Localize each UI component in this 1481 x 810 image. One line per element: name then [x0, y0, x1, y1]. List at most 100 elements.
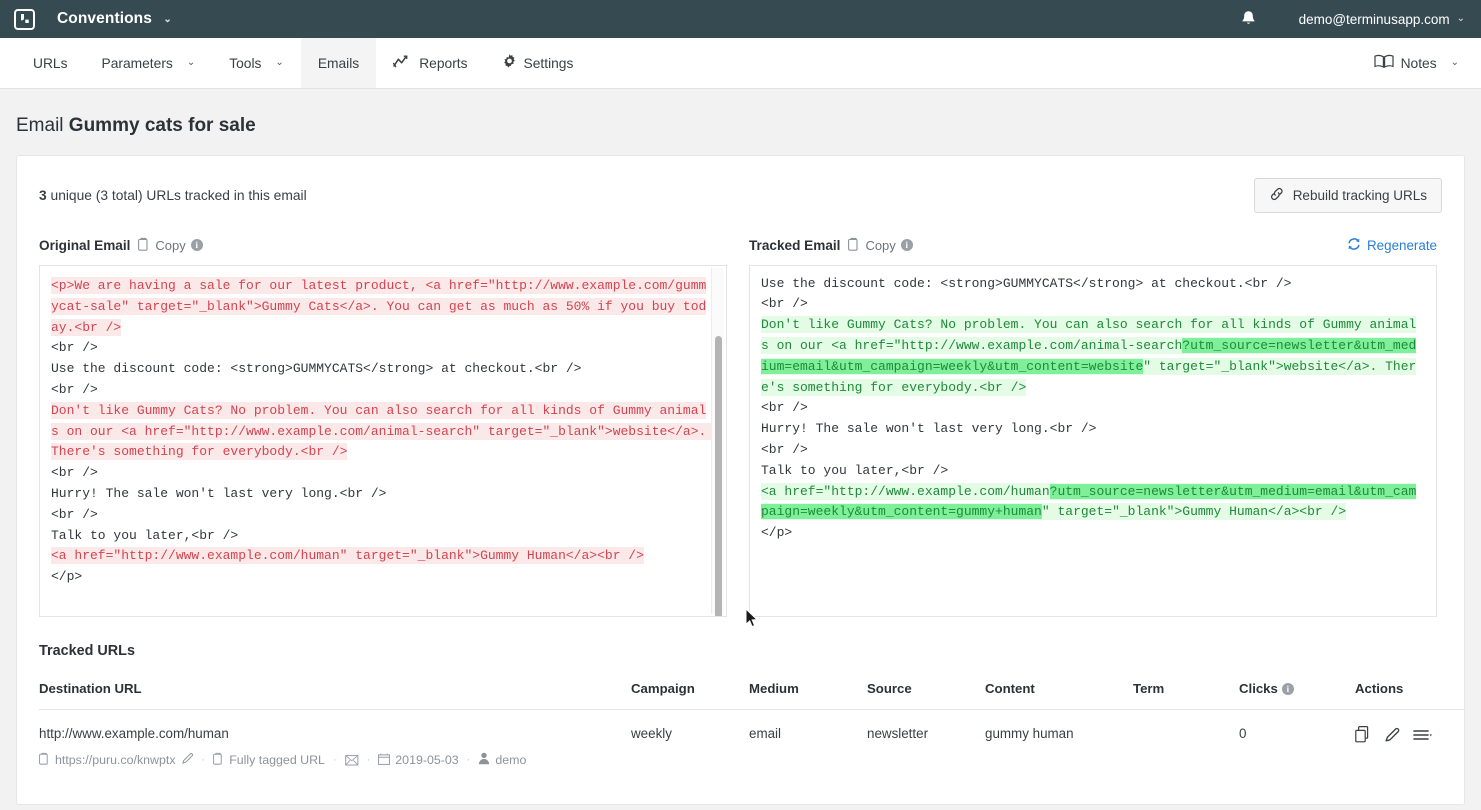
refresh-icon: [1347, 237, 1361, 254]
menu-icon[interactable]: [1413, 728, 1433, 742]
code-line: Use the discount code: <strong>GUMMYCATS…: [761, 275, 1292, 292]
code-line: </p>: [761, 524, 792, 541]
chevron-down-icon: ⌄: [275, 57, 283, 68]
rebuild-tracking-urls-button[interactable]: Rebuild tracking URLs: [1254, 178, 1442, 213]
cell-source: newsletter: [867, 710, 985, 769]
code-line: Hurry! The sale won't last very long.<br…: [761, 420, 1096, 437]
chart-line-icon: [393, 55, 412, 71]
gear-icon: [502, 54, 517, 72]
column-source[interactable]: Source: [867, 681, 985, 710]
app-logo-icon[interactable]: [14, 9, 35, 30]
code-line-added: Don't like Gummy Cats? No problem. You c…: [761, 316, 1416, 395]
column-destination-url[interactable]: Destination URL: [39, 681, 631, 710]
vertical-scrollbar[interactable]: [711, 268, 724, 614]
cell-destination-url: http://www.example.com/human https://pur…: [39, 710, 631, 769]
chevron-down-icon: ⌄: [1457, 13, 1465, 24]
tracked-email-code-box[interactable]: if you buy today.<br /> <br /> Use the d…: [749, 265, 1437, 617]
meta-separator: ·: [365, 754, 373, 766]
meta-separator: ·: [200, 754, 208, 766]
original-email-code-box[interactable]: <p>We are having a sale for our latest p…: [39, 265, 727, 617]
email-detail-card: 3 unique (3 total) URLs tracked in this …: [16, 155, 1465, 805]
nav-label: URLs: [33, 56, 68, 71]
nav-item-tools[interactable]: Tools ⌄: [212, 38, 301, 88]
info-icon[interactable]: i: [1282, 683, 1294, 695]
nav-label: Reports: [419, 56, 467, 71]
code-line: <br />: [761, 399, 808, 416]
code-line: <br />: [761, 295, 808, 312]
bell-icon[interactable]: [1240, 10, 1257, 28]
nav-item-urls[interactable]: URLs: [16, 38, 85, 88]
table-row: http://www.example.com/human https://pur…: [39, 710, 1465, 769]
nav-item-parameters[interactable]: Parameters ⌄: [85, 38, 213, 88]
code-line: <br />: [761, 265, 808, 271]
nav-label: Notes: [1401, 56, 1437, 71]
row-actions: [1355, 726, 1465, 743]
table-header: Destination URL Campaign Medium Source C…: [39, 681, 1465, 710]
short-url-item[interactable]: https://puru.co/knwptx: [39, 752, 194, 768]
column-medium[interactable]: Medium: [749, 681, 867, 710]
column-campaign[interactable]: Campaign: [631, 681, 749, 710]
nav-item-notes[interactable]: Notes ⌄: [1357, 54, 1459, 72]
nav-label: Tools: [229, 56, 261, 71]
info-icon[interactable]: i: [901, 239, 913, 251]
tracked-email-code: if you buy today.<br /> <br /> Use the d…: [750, 265, 1436, 554]
regenerate-button[interactable]: Regenerate: [1347, 237, 1437, 254]
tracked-urls-section: Tracked URLs Destination URL Campaign Me…: [17, 617, 1464, 768]
column-clicks[interactable]: Clicksi: [1239, 681, 1355, 710]
short-url-text: https://puru.co/knwptx: [55, 753, 176, 767]
nav-item-emails[interactable]: Emails: [301, 38, 376, 88]
clipboard-icon: [138, 237, 150, 254]
nav-label: Emails: [318, 56, 359, 71]
pencil-icon[interactable]: [181, 752, 194, 768]
regenerate-label: Regenerate: [1367, 238, 1437, 253]
code-line: Talk to you later,<br />: [51, 527, 238, 544]
nav-item-reports[interactable]: Reports: [376, 38, 484, 88]
link-chain-icon: [1269, 187, 1285, 204]
code-line: Hurry! The sale won't last very long.<br…: [51, 485, 386, 502]
user-item: demo: [478, 752, 526, 768]
column-content[interactable]: Content: [985, 681, 1133, 710]
nav-label: Settings: [524, 56, 574, 71]
top-bar: Conventions ⌄ demo@terminusapp.com ⌄: [0, 0, 1481, 38]
scrollbar-thumb[interactable]: [715, 336, 722, 617]
rebuild-button-label: Rebuild tracking URLs: [1293, 188, 1427, 203]
original-email-panel: Original Email Copy i <p>We are having a…: [39, 235, 727, 617]
code-line: <br />: [761, 441, 808, 458]
account-email: demo@terminusapp.com: [1299, 12, 1450, 27]
cell-medium: email: [749, 710, 867, 769]
cell-content: gummy human: [985, 710, 1133, 769]
utm-params-highlight: ?utm_source=newsletter&utm_medium=email&…: [761, 484, 1416, 520]
code-line: Use the discount code: <strong>GUMMYCATS…: [51, 360, 582, 377]
book-icon: [1374, 54, 1394, 72]
page-title-name: Gummy cats for sale: [69, 115, 256, 136]
tracked-copy-button[interactable]: Copy i: [848, 237, 912, 254]
clipboard-icon: [39, 752, 50, 768]
chevron-down-icon: ⌄: [1451, 57, 1459, 68]
code-line: </p>: [51, 568, 82, 585]
original-email-header: Original Email Copy i: [39, 235, 727, 255]
column-term[interactable]: Term: [1133, 681, 1239, 710]
info-icon[interactable]: i: [191, 239, 203, 251]
copy-label: Copy: [155, 238, 185, 253]
account-menu[interactable]: demo@terminusapp.com ⌄: [1299, 12, 1465, 27]
date-text: 2019-05-03: [395, 753, 458, 767]
code-line: <br />: [51, 381, 98, 398]
url-summary-text: unique (3 total) URLs tracked in this em…: [47, 188, 307, 203]
clipboard-icon: [848, 237, 860, 254]
tracked-email-header: Tracked Email Copy i: [749, 235, 1437, 255]
workspace-selector[interactable]: Conventions ⌄: [57, 10, 172, 28]
nav-item-settings[interactable]: Settings: [485, 38, 591, 88]
cell-clicks: 0: [1239, 710, 1355, 769]
workspace-name: Conventions: [57, 10, 152, 27]
destination-url-text[interactable]: http://www.example.com/human: [39, 726, 631, 741]
nav-right-group: Notes ⌄: [1357, 38, 1481, 88]
nav-label: Parameters: [102, 56, 173, 71]
pencil-icon[interactable]: [1384, 726, 1401, 743]
tracked-email-panel: Tracked Email Copy i: [749, 235, 1437, 617]
page-title-prefix: Email: [16, 115, 64, 136]
clipboard-icon: [213, 752, 224, 768]
original-copy-button[interactable]: Copy i: [138, 237, 202, 254]
table-header-row: Destination URL Campaign Medium Source C…: [39, 681, 1465, 710]
copy-icon[interactable]: [1355, 726, 1372, 743]
person-icon: [478, 752, 490, 768]
